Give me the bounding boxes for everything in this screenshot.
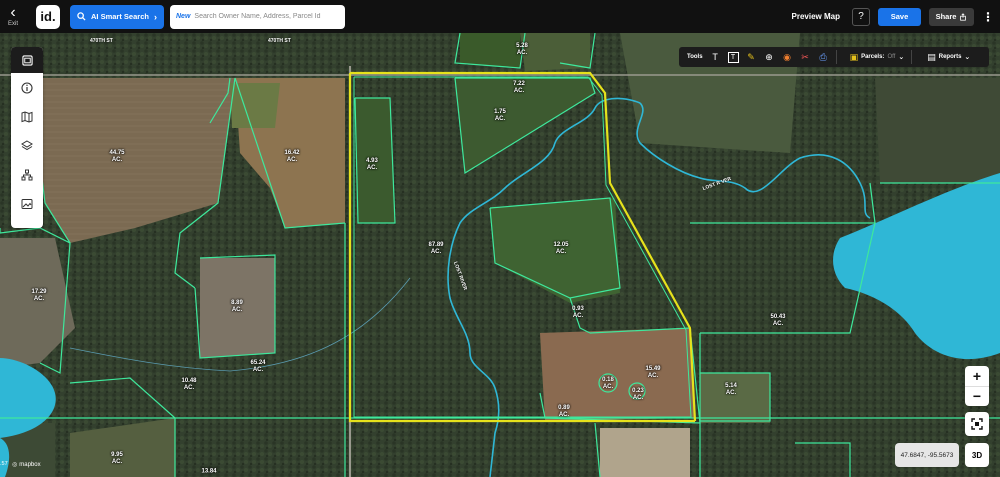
map-icon [21, 110, 33, 123]
search-input[interactable] [194, 13, 335, 20]
map-button[interactable] [11, 102, 43, 131]
divider [911, 50, 913, 64]
parcel-label[interactable]: 44.75 AC. [109, 150, 124, 164]
chevron-right-icon: › [154, 11, 157, 22]
parcel-label[interactable]: 8.89 AC. [231, 300, 243, 314]
print-tool-icon[interactable]: ⎙ [818, 52, 829, 63]
layers-panel-icon [21, 54, 33, 66]
parcel-label[interactable]: 4.93 AC. [366, 158, 378, 172]
stack-icon [21, 139, 33, 150]
exit-label: Exit [7, 21, 18, 27]
parcel-label[interactable]: 10.48 AC. [181, 378, 196, 392]
parcel-label[interactable]: 5.28 AC. [516, 43, 528, 57]
zoom-out-button[interactable]: − [965, 387, 989, 407]
parcel-label[interactable]: 0.18 AC. [602, 377, 614, 391]
ai-smart-search-button[interactable]: AI Smart Search › [70, 4, 164, 29]
parcels-label: Parcels: [861, 54, 885, 60]
info-button[interactable] [11, 73, 43, 102]
layers-panel-button[interactable] [11, 47, 43, 73]
search-icon [77, 12, 86, 21]
mapbox-label: mapbox [19, 461, 41, 468]
circle-tool-icon[interactable]: ◉ [782, 52, 793, 63]
parcels-toggle[interactable]: ▣ Parcels: Off ⌄ [850, 52, 905, 63]
parcel-label[interactable]: 13.84 [201, 469, 216, 476]
recenter-button[interactable] [965, 412, 989, 436]
ai-smart-search-label: AI Smart Search [91, 12, 149, 21]
exit-button[interactable]: ‹ Exit [0, 0, 26, 33]
app-logo[interactable]: id. [36, 4, 60, 29]
3d-toggle-button[interactable]: 3D [965, 443, 989, 467]
more-options-icon[interactable]: ⋮ [982, 10, 994, 24]
zoom-in-button[interactable]: + [965, 366, 989, 387]
scale-text: .57 [0, 461, 8, 467]
reports-icon: ▤ [927, 51, 936, 62]
chevron-down-icon: ⌄ [898, 54, 905, 61]
info-icon [21, 81, 33, 94]
chevron-down-icon: ⌄ [964, 54, 971, 61]
text-tool-icon[interactable]: T [710, 52, 721, 62]
new-badge: New [176, 13, 191, 20]
left-toolbar [11, 47, 43, 228]
chevron-left-icon: ‹ [10, 4, 16, 21]
tools-label: Tools [687, 54, 703, 60]
help-button[interactable]: ? [852, 7, 870, 26]
coordinates-readout: 47.6847, -95.5673 [895, 443, 959, 467]
parcel-label[interactable]: 0.93 AC. [572, 306, 584, 320]
road-label-470th-b: 470TH ST [268, 38, 291, 44]
parcel-label[interactable]: 16.42 AC. [284, 150, 299, 164]
preview-map-button[interactable]: Preview Map [792, 12, 840, 21]
reports-label: Reports [938, 54, 962, 60]
mapbox-attribution: ◎ mapbox [12, 461, 41, 469]
search-box[interactable]: New [170, 4, 345, 29]
globe-tool-icon[interactable]: ⊕ [764, 52, 775, 63]
road-label-470th-a: 470TH ST [90, 38, 113, 44]
parcel-label[interactable]: 12.05 AC. [553, 242, 568, 256]
share-button[interactable]: Share [929, 7, 974, 26]
parcel-label[interactable]: 17.29 AC. [31, 289, 46, 303]
parcel-label[interactable]: 15.49 AC. [645, 366, 660, 380]
parcel-label[interactable]: 9.95 AC. [111, 452, 123, 466]
hierarchy-icon [21, 169, 33, 180]
hierarchy-button[interactable] [11, 160, 43, 189]
mapbox-logo-icon: ◎ [12, 462, 18, 468]
parcel-label[interactable]: 50.43 AC. [770, 314, 785, 328]
parcel-label[interactable]: 0.89 AC. [558, 405, 570, 419]
parcel-label[interactable]: 7.22 AC. [513, 81, 525, 95]
parcel-label[interactable]: 87.89 AC. [428, 242, 443, 256]
share-label: Share [935, 12, 957, 21]
text-box-tool-icon[interactable]: T [727, 51, 739, 63]
ruler-tool-icon[interactable]: ✎ [746, 52, 757, 63]
tools-bar: Tools T T ✎ ⊕ ◉ ✂ ⎙ ▣ Parcels: Off ⌄ ▤ R… [679, 47, 989, 67]
image-button[interactable] [11, 189, 43, 218]
map-canvas[interactable]: 470TH ST 470TH ST LOST RIVER LOST R VER … [0, 33, 1000, 477]
parcel-label[interactable]: 1.75 AC. [494, 109, 506, 123]
save-button[interactable]: Save [878, 7, 921, 26]
parcel-label[interactable]: 0.23 AC. [632, 388, 644, 402]
zoom-control: + − [965, 366, 989, 406]
parcels-state: Off [887, 54, 896, 60]
parcel-label[interactable]: 5.14 AC. [725, 383, 737, 397]
parcel-label[interactable]: 65.24 AC. [250, 360, 265, 374]
stack-button[interactable] [11, 131, 43, 160]
satellite-map [0, 33, 1000, 477]
scissors-tool-icon[interactable]: ✂ [800, 52, 811, 63]
divider [835, 50, 837, 64]
reports-dropdown[interactable]: ▤ Reports ⌄ [927, 52, 970, 63]
image-icon [21, 198, 33, 209]
share-icon [960, 12, 967, 21]
parcels-icon: ▣ [849, 51, 859, 62]
focus-frame-icon [971, 418, 983, 430]
top-bar: ‹ Exit id. AI Smart Search › New Preview… [0, 0, 1000, 33]
